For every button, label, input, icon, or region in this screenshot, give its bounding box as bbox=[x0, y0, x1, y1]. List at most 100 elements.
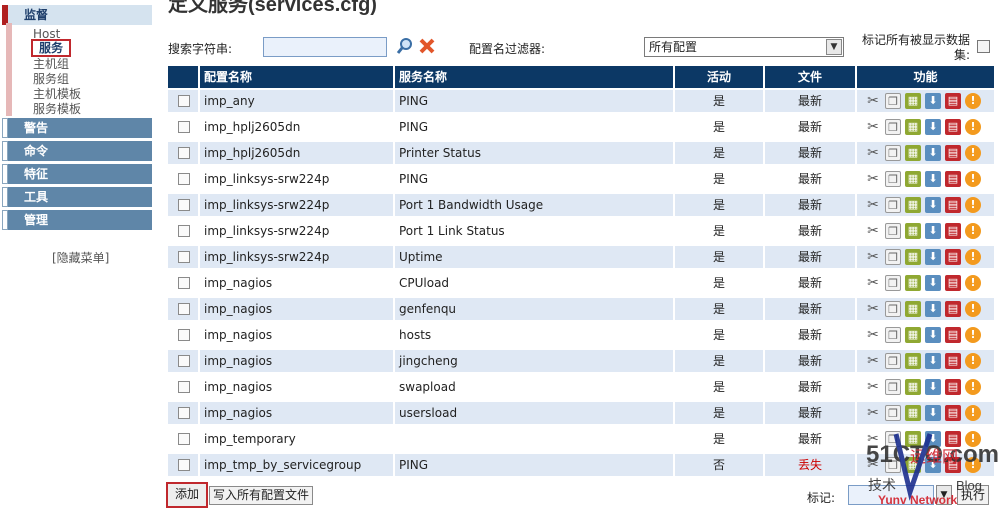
edit-icon[interactable]: ✂ bbox=[865, 327, 881, 343]
config-name-cell[interactable]: imp_nagios bbox=[200, 350, 393, 372]
edit-icon[interactable]: ✂ bbox=[865, 275, 881, 291]
config-name-cell[interactable]: imp_temporary bbox=[200, 428, 393, 450]
download-icon[interactable]: ⬇ bbox=[925, 379, 941, 395]
copy-icon[interactable]: ❐ bbox=[885, 119, 901, 135]
edit-icon[interactable]: ✂ bbox=[865, 93, 881, 109]
info-icon[interactable]: ▤ bbox=[945, 353, 961, 369]
config-name-cell[interactable]: imp_linksys-srw224p bbox=[200, 168, 393, 190]
row-checkbox[interactable] bbox=[178, 433, 190, 445]
download-icon[interactable]: ⬇ bbox=[925, 119, 941, 135]
config-name-cell[interactable]: imp_linksys-srw224p bbox=[200, 220, 393, 242]
clear-icon[interactable] bbox=[418, 37, 436, 55]
config-name-cell[interactable]: imp_hplj2605dn bbox=[200, 116, 393, 138]
warning-icon[interactable]: ! bbox=[965, 405, 981, 421]
download-icon[interactable]: ⬇ bbox=[925, 223, 941, 239]
row-checkbox[interactable] bbox=[178, 329, 190, 341]
delete-icon[interactable]: ▦ bbox=[905, 93, 921, 109]
warning-icon[interactable]: ! bbox=[965, 327, 981, 343]
delete-icon[interactable]: ▦ bbox=[905, 119, 921, 135]
table-row[interactable]: imp_nagios genfenqu 是最新 ✂ ❐ ▦ ⬇ ▤! bbox=[168, 296, 994, 322]
delete-icon[interactable]: ▦ bbox=[905, 171, 921, 187]
menu-section-admin[interactable]: 管理 bbox=[2, 210, 152, 230]
table-row[interactable]: imp_hplj2605dn PING 是最新 ✂ ❐ ▦ ⬇ ▤! bbox=[168, 114, 994, 140]
config-name-cell[interactable]: imp_hplj2605dn bbox=[200, 142, 393, 164]
info-icon[interactable]: ▤ bbox=[945, 405, 961, 421]
header-active[interactable]: 活动 bbox=[675, 66, 763, 88]
info-icon[interactable]: ▤ bbox=[945, 275, 961, 291]
info-icon[interactable]: ▤ bbox=[945, 379, 961, 395]
download-icon[interactable]: ⬇ bbox=[925, 145, 941, 161]
table-row[interactable]: imp_linksys-srw224p Port 1 Bandwidth Usag… bbox=[168, 192, 994, 218]
sidebar-item-servicegroups[interactable]: 服务组 bbox=[33, 72, 69, 86]
config-name-cell[interactable]: imp_nagios bbox=[200, 324, 393, 346]
header-service-name[interactable]: 服务名称 bbox=[395, 66, 673, 88]
row-checkbox[interactable] bbox=[178, 225, 190, 237]
table-row[interactable]: imp_nagios usersload 是最新 ✂ ❐ ▦ ⬇ ▤! bbox=[168, 400, 994, 426]
warning-icon[interactable]: ! bbox=[965, 223, 981, 239]
row-checkbox[interactable] bbox=[178, 277, 190, 289]
download-icon[interactable]: ⬇ bbox=[925, 171, 941, 187]
warning-icon[interactable]: ! bbox=[965, 353, 981, 369]
download-icon[interactable]: ⬇ bbox=[925, 301, 941, 317]
info-icon[interactable]: ▤ bbox=[945, 119, 961, 135]
download-icon[interactable]: ⬇ bbox=[925, 249, 941, 265]
table-row[interactable]: imp_nagios hosts 是最新 ✂ ❐ ▦ ⬇ ▤! bbox=[168, 322, 994, 348]
warning-icon[interactable]: ! bbox=[965, 171, 981, 187]
edit-icon[interactable]: ✂ bbox=[865, 249, 881, 265]
edit-icon[interactable]: ✂ bbox=[865, 405, 881, 421]
hide-menu-link[interactable]: [隐藏菜单] bbox=[52, 249, 109, 266]
copy-icon[interactable]: ❐ bbox=[885, 405, 901, 421]
copy-icon[interactable]: ❐ bbox=[885, 379, 901, 395]
info-icon[interactable]: ▤ bbox=[945, 171, 961, 187]
copy-icon[interactable]: ❐ bbox=[885, 249, 901, 265]
search-icon[interactable] bbox=[396, 37, 414, 55]
download-icon[interactable]: ⬇ bbox=[925, 93, 941, 109]
row-checkbox[interactable] bbox=[178, 173, 190, 185]
copy-icon[interactable]: ❐ bbox=[885, 327, 901, 343]
row-checkbox[interactable] bbox=[178, 381, 190, 393]
row-checkbox[interactable] bbox=[178, 199, 190, 211]
info-icon[interactable]: ▤ bbox=[945, 249, 961, 265]
config-filter-select[interactable]: 所有配置 ▼ bbox=[644, 37, 844, 57]
config-name-cell[interactable]: imp_nagios bbox=[200, 376, 393, 398]
config-name-cell[interactable]: imp_tmp_by_servicegroup bbox=[200, 454, 393, 476]
config-name-cell[interactable]: imp_nagios bbox=[200, 298, 393, 320]
info-icon[interactable]: ▤ bbox=[945, 145, 961, 161]
download-icon[interactable]: ⬇ bbox=[925, 405, 941, 421]
delete-icon[interactable]: ▦ bbox=[905, 223, 921, 239]
copy-icon[interactable]: ❐ bbox=[885, 171, 901, 187]
header-file[interactable]: 文件 bbox=[765, 66, 855, 88]
download-icon[interactable]: ⬇ bbox=[925, 353, 941, 369]
warning-icon[interactable]: ! bbox=[965, 301, 981, 317]
copy-icon[interactable]: ❐ bbox=[885, 353, 901, 369]
table-row[interactable]: imp_linksys-srw224p PING 是最新 ✂ ❐ ▦ ⬇ ▤! bbox=[168, 166, 994, 192]
warning-icon[interactable]: ! bbox=[965, 145, 981, 161]
table-row[interactable]: imp_hplj2605dn Printer Status 是最新 ✂ ❐ ▦ ⬇ ▤! bbox=[168, 140, 994, 166]
sidebar-item-host-templates[interactable]: 主机模板 bbox=[33, 87, 81, 101]
row-checkbox[interactable] bbox=[178, 147, 190, 159]
download-icon[interactable]: ⬇ bbox=[925, 327, 941, 343]
delete-icon[interactable]: ▦ bbox=[905, 353, 921, 369]
search-input[interactable] bbox=[263, 37, 387, 57]
menu-section-features[interactable]: 特征 bbox=[2, 164, 152, 184]
info-icon[interactable]: ▤ bbox=[945, 327, 961, 343]
config-name-cell[interactable]: imp_nagios bbox=[200, 272, 393, 294]
row-checkbox[interactable] bbox=[178, 407, 190, 419]
row-checkbox[interactable] bbox=[178, 355, 190, 367]
delete-icon[interactable]: ▦ bbox=[905, 405, 921, 421]
download-icon[interactable]: ⬇ bbox=[925, 197, 941, 213]
download-icon[interactable]: ⬇ bbox=[925, 275, 941, 291]
menu-section-tools[interactable]: 工具 bbox=[2, 187, 152, 207]
config-name-cell[interactable]: imp_nagios bbox=[200, 402, 393, 424]
header-config-name[interactable]: 配置名称 bbox=[200, 66, 393, 88]
mark-all-checkbox[interactable] bbox=[977, 40, 990, 53]
copy-icon[interactable]: ❐ bbox=[885, 197, 901, 213]
edit-icon[interactable]: ✂ bbox=[865, 379, 881, 395]
edit-icon[interactable]: ✂ bbox=[865, 145, 881, 161]
warning-icon[interactable]: ! bbox=[965, 379, 981, 395]
delete-icon[interactable]: ▦ bbox=[905, 197, 921, 213]
config-name-cell[interactable]: imp_any bbox=[200, 90, 393, 112]
sidebar-item-hostgroups[interactable]: 主机组 bbox=[33, 57, 69, 71]
table-row[interactable]: imp_linksys-srw224p Uptime 是最新 ✂ ❐ ▦ ⬇ ▤! bbox=[168, 244, 994, 270]
warning-icon[interactable]: ! bbox=[965, 119, 981, 135]
